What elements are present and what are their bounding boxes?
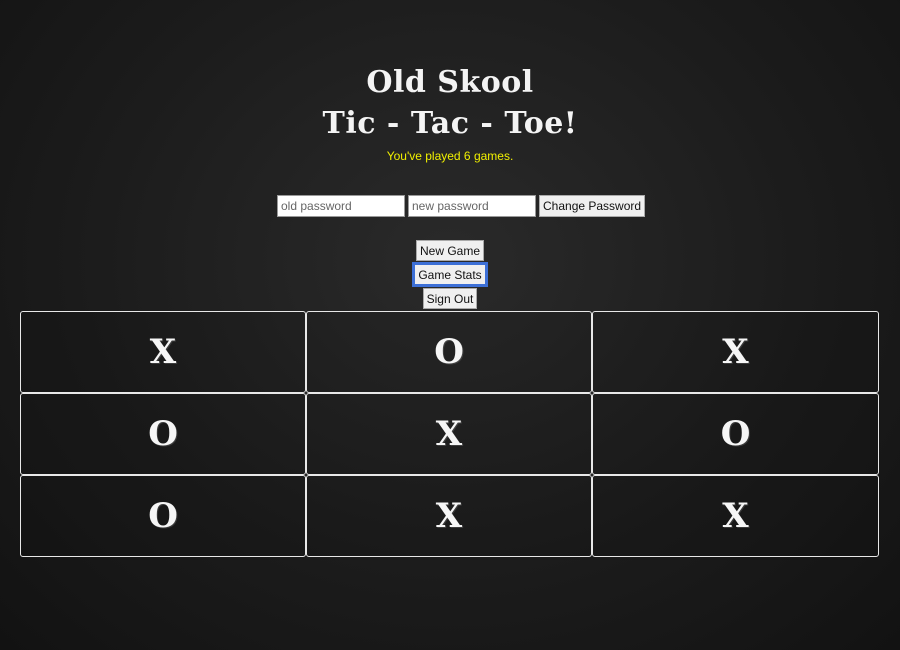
board-cell-3[interactable]: X: [592, 311, 879, 393]
game-stats-button[interactable]: Game Stats: [412, 262, 488, 287]
cell-mark: O: [148, 496, 178, 536]
board-cell-8[interactable]: X: [306, 475, 592, 557]
game-menu: New Game Game Stats Sign Out: [0, 240, 900, 309]
change-password-button[interactable]: Change Password: [539, 195, 646, 217]
cell-mark: X: [435, 496, 463, 536]
board-cell-2[interactable]: O: [306, 311, 592, 393]
board-cell-6[interactable]: O: [592, 393, 879, 475]
change-password-form: Change Password: [277, 195, 646, 217]
board-cell-7[interactable]: O: [20, 475, 306, 557]
sign-out-button[interactable]: Sign Out: [422, 288, 478, 309]
page-title: Old Skool: [366, 65, 534, 100]
new-password-input[interactable]: [408, 195, 536, 217]
page: Old Skool Tic - Tac - Toe! You've played…: [0, 0, 900, 650]
cell-mark: X: [149, 332, 177, 372]
game-board: X O X O X O O X X: [20, 311, 879, 559]
cell-mark: O: [148, 414, 178, 454]
board-cell-1[interactable]: X: [20, 311, 306, 393]
cell-mark: X: [435, 414, 463, 454]
cell-mark: O: [720, 414, 751, 454]
board-cell-9[interactable]: X: [592, 475, 879, 557]
board-cell-5[interactable]: X: [306, 393, 592, 475]
cell-mark: X: [722, 332, 749, 372]
new-game-button[interactable]: New Game: [415, 240, 485, 261]
board-cell-4[interactable]: O: [20, 393, 306, 475]
page-subtitle: Tic - Tac - Toe!: [322, 106, 578, 141]
cell-mark: X: [722, 496, 749, 536]
cell-mark: O: [434, 332, 464, 372]
games-played-text: You've played 6 games.: [386, 149, 514, 163]
old-password-input[interactable]: [277, 195, 405, 217]
